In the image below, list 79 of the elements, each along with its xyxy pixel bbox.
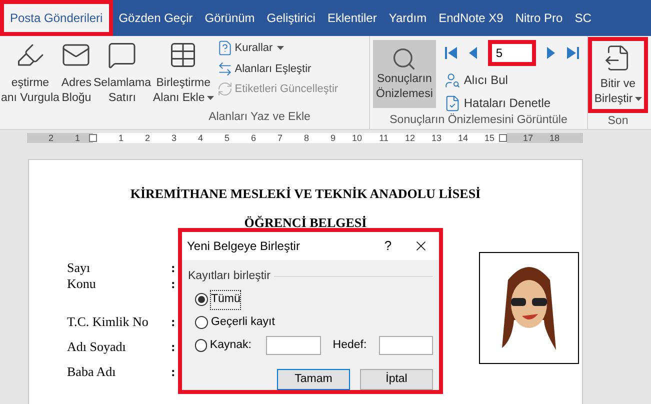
- field-colon: :: [171, 338, 176, 353]
- first-record-icon[interactable]: [444, 46, 458, 60]
- ribbon-tab[interactable]: Görünüm: [198, 0, 261, 36]
- ribbon-tab[interactable]: Nitro Pro: [509, 0, 569, 36]
- field-label: Adı Soyadı: [67, 338, 127, 353]
- arrows-icon: [216, 60, 233, 77]
- group-label: Kayıtları birleştir: [188, 269, 270, 284]
- radio-button[interactable]: [195, 316, 208, 329]
- indent-marker-icon[interactable]: [498, 134, 506, 142]
- dialog-button[interactable]: İptal: [360, 368, 433, 390]
- ruler-number: 9: [329, 132, 336, 142]
- radio-label: Kaynak:: [210, 338, 252, 353]
- speech-bubble-icon: [107, 40, 138, 70]
- document-check-icon: [444, 94, 461, 112]
- ruler-number: 17: [522, 132, 533, 142]
- ribbon-tab[interactable]: Gözden Geçir: [112, 0, 199, 36]
- to-label: Hedef:: [332, 338, 367, 353]
- magnifier-icon: [391, 46, 418, 72]
- ribbon-button[interactable]: Adres Bloğu: [60, 40, 92, 109]
- ruler-number: 5: [223, 132, 230, 142]
- ribbon-tab[interactable]: Eklentiler: [321, 0, 383, 36]
- document-subtitle: ÖĞRENCİ BELGESİ: [243, 214, 368, 232]
- radio-button[interactable]: [195, 293, 208, 306]
- help-button[interactable]: ?: [373, 236, 403, 256]
- ruler-number: 4: [196, 132, 203, 142]
- ruler-number: 8: [302, 132, 309, 142]
- ruler-number: 3: [170, 132, 176, 142]
- ruler-number: 14: [456, 132, 468, 142]
- ribbon-small-button[interactable]: Hataları Denetle: [444, 94, 580, 112]
- ribbon-tab[interactable]: Geliştirici: [260, 0, 322, 36]
- ribbon-tab[interactable]: SC: [568, 0, 598, 36]
- ribbon-small-button[interactable]: Kurallar: [216, 40, 338, 56]
- ruler-number: 12: [404, 132, 415, 142]
- field-colon: :: [171, 275, 176, 290]
- ribbon-tab[interactable]: Posta Gönderileri: [0, 0, 113, 36]
- document-question-icon: [216, 40, 233, 56]
- radio-button[interactable]: [195, 338, 207, 352]
- field-label: Sayı: [67, 259, 92, 274]
- user-search-icon: [444, 72, 461, 88]
- ruler-number: 7: [276, 132, 282, 142]
- ruler-number: 18: [548, 132, 560, 142]
- field-colon: :: [171, 363, 176, 378]
- ribbon-tab[interactable]: Yardım: [382, 0, 433, 36]
- record-number-field[interactable]: 5: [488, 40, 536, 66]
- dialog-title: Yeni Belgeye Birleştir: [187, 238, 301, 255]
- preview-results-button[interactable]: Sonuçların Önizlemesi: [373, 40, 436, 108]
- group-label: Alanları Yaz ve Ekle: [208, 110, 312, 125]
- ribbon-small-button[interactable]: Alıcı Bul: [444, 71, 580, 89]
- field-label: Baba Adı: [67, 363, 117, 378]
- last-record-icon[interactable]: [566, 46, 580, 60]
- ruler-number: 1: [74, 132, 80, 142]
- document-title: KİREMİTHANE MESLEKİ VE TEKNİK ANADOLU LİSESİ: [129, 185, 482, 203]
- radio-label: Tümü: [211, 291, 240, 308]
- ruler-number: 2: [144, 132, 150, 142]
- from-input-field[interactable]: [266, 336, 321, 355]
- finish-merge-button[interactable]: Bitir ve Birleştir: [588, 37, 648, 113]
- ruler-number: 10: [350, 132, 362, 142]
- field-label: Konu: [67, 275, 97, 290]
- field-colon: :: [171, 259, 176, 274]
- radio-label: Geçerli kayıt: [211, 314, 275, 330]
- ruler-number: 6: [250, 132, 256, 142]
- indent-marker-icon[interactable]: [89, 134, 97, 142]
- ruler-number: 11: [378, 132, 388, 142]
- ribbon-button[interactable]: Selamlama Satırı: [92, 40, 152, 109]
- ribbon-small-button[interactable]: Alanları Eşleştir: [216, 60, 338, 77]
- ruler-number: 1: [117, 132, 124, 142]
- to-input-field[interactable]: [378, 336, 433, 355]
- field-label: T.C. Kimlik No: [67, 313, 150, 328]
- refresh-icon: [216, 81, 233, 98]
- ribbon-button[interactable]: Birleştirme Alanı Ekle: [152, 40, 215, 109]
- ruler-number: 13: [430, 132, 442, 142]
- field-colon: :: [171, 313, 176, 328]
- ribbon-tab[interactable]: EndNote X9: [432, 0, 510, 36]
- ribbon-button[interactable]: eştirme anı Vurgula: [0, 40, 60, 109]
- group-label: Sonuçların Önizlemesini Görüntüle: [388, 112, 568, 128]
- ruler-number: 15: [483, 132, 494, 142]
- dialog-button[interactable]: Tamam: [277, 368, 350, 390]
- ruler-number: 2: [47, 132, 54, 142]
- group-label: Son: [606, 114, 630, 129]
